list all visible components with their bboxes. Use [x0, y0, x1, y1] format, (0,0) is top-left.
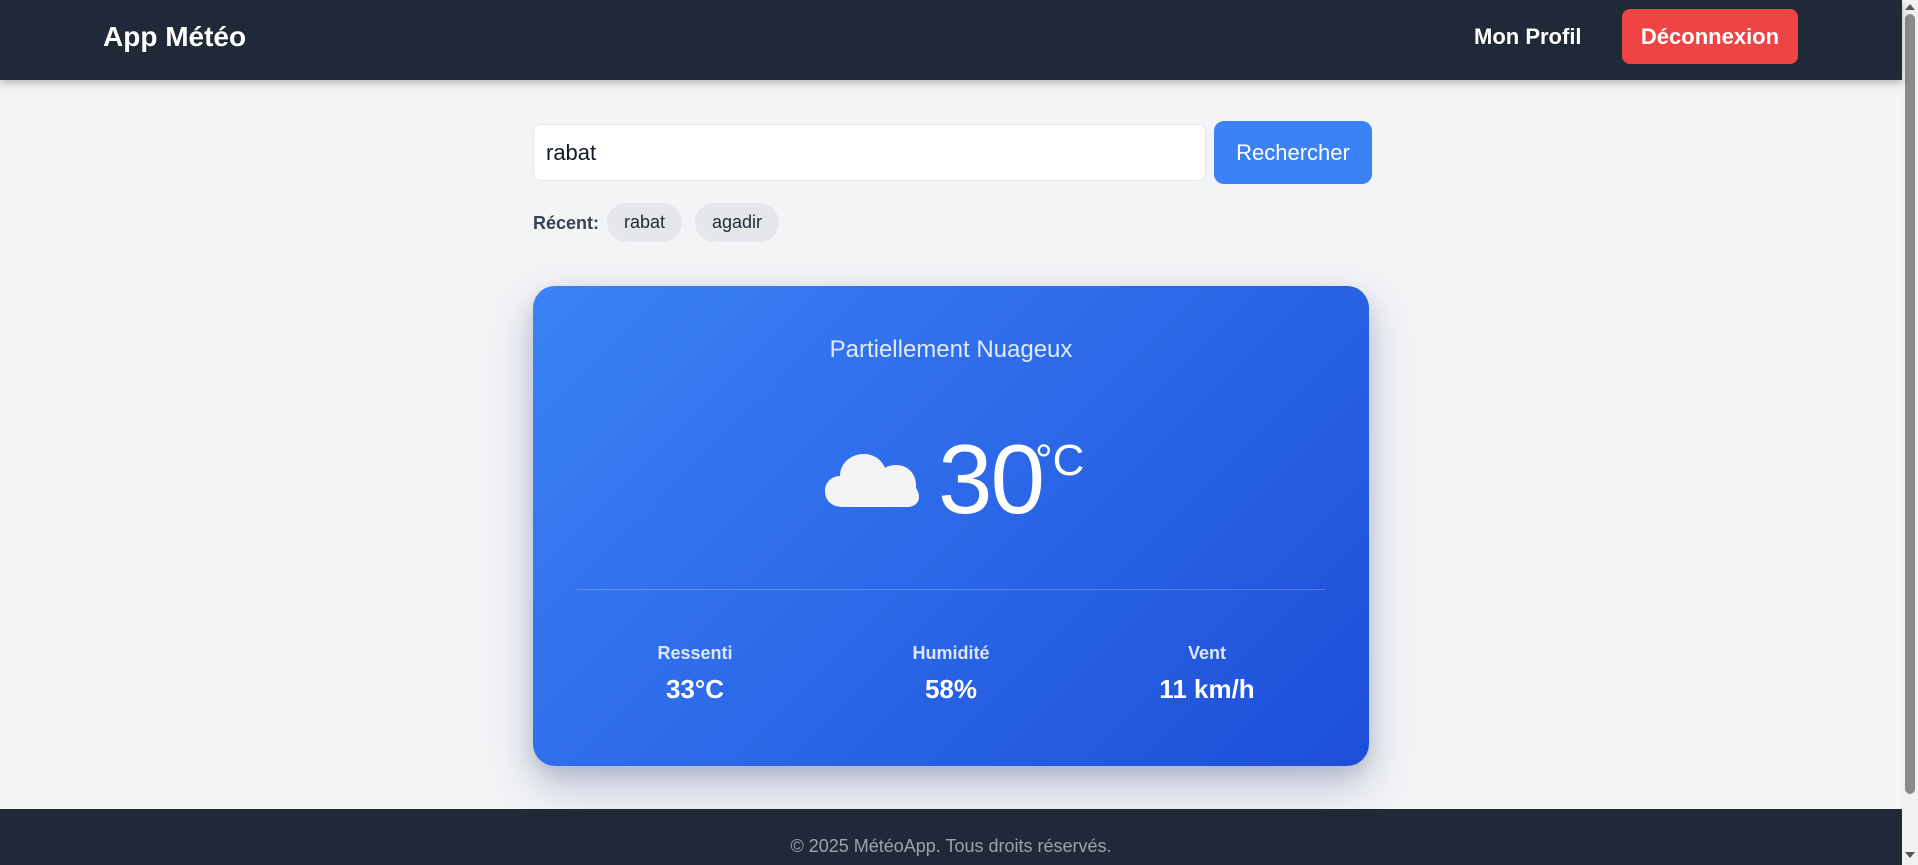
page: App Météo Mon Profil Déconnexion Recherc… — [0, 0, 1918, 865]
weather-card: Partiellement Nuageux 30 °C Ressenti 33°… — [533, 286, 1369, 766]
profile-link[interactable]: Mon Profil — [1474, 20, 1582, 54]
stat-value: 11 km/h — [1159, 674, 1255, 704]
stat-feels-like: Ressenti 33°C — [595, 641, 795, 705]
weather-condition: Partiellement Nuageux — [829, 336, 1073, 363]
vertical-scrollbar[interactable] — [1902, 0, 1918, 865]
scroll-down-arrow-icon[interactable] — [1905, 852, 1915, 858]
cloud-icon — [825, 454, 919, 507]
city-search-input[interactable] — [533, 124, 1206, 181]
scroll-up-arrow-icon[interactable] — [1905, 4, 1915, 10]
page-footer: © 2025 MétéoApp. Tous droits réservés. — [0, 809, 1902, 865]
temperature-unit: °C — [1035, 436, 1085, 485]
app-brand[interactable]: App Météo — [103, 19, 246, 55]
stat-label: Ressenti — [657, 643, 733, 663]
top-navbar: App Météo Mon Profil Déconnexion — [0, 0, 1902, 80]
stat-value: 33°C — [665, 674, 725, 704]
stat-label: Vent — [1187, 643, 1226, 663]
temperature-value: 30 — [938, 424, 1045, 534]
copyright-text: © 2025 MétéoApp. Tous droits réservés. — [790, 836, 1112, 856]
scroll-thumb[interactable] — [1905, 14, 1915, 794]
stat-value: 58% — [924, 674, 978, 704]
recent-chip-rabat[interactable]: rabat — [607, 203, 683, 242]
card-divider — [577, 589, 1325, 590]
recent-label: Récent: — [533, 213, 600, 233]
stat-label: Humidité — [912, 643, 990, 663]
stat-humidity: Humidité 58% — [851, 641, 1051, 705]
logout-button[interactable]: Déconnexion — [1622, 9, 1798, 64]
search-button[interactable]: Rechercher — [1214, 121, 1372, 184]
stat-wind: Vent 11 km/h — [1107, 641, 1307, 705]
recent-chip-agadir[interactable]: agadir — [695, 203, 780, 242]
